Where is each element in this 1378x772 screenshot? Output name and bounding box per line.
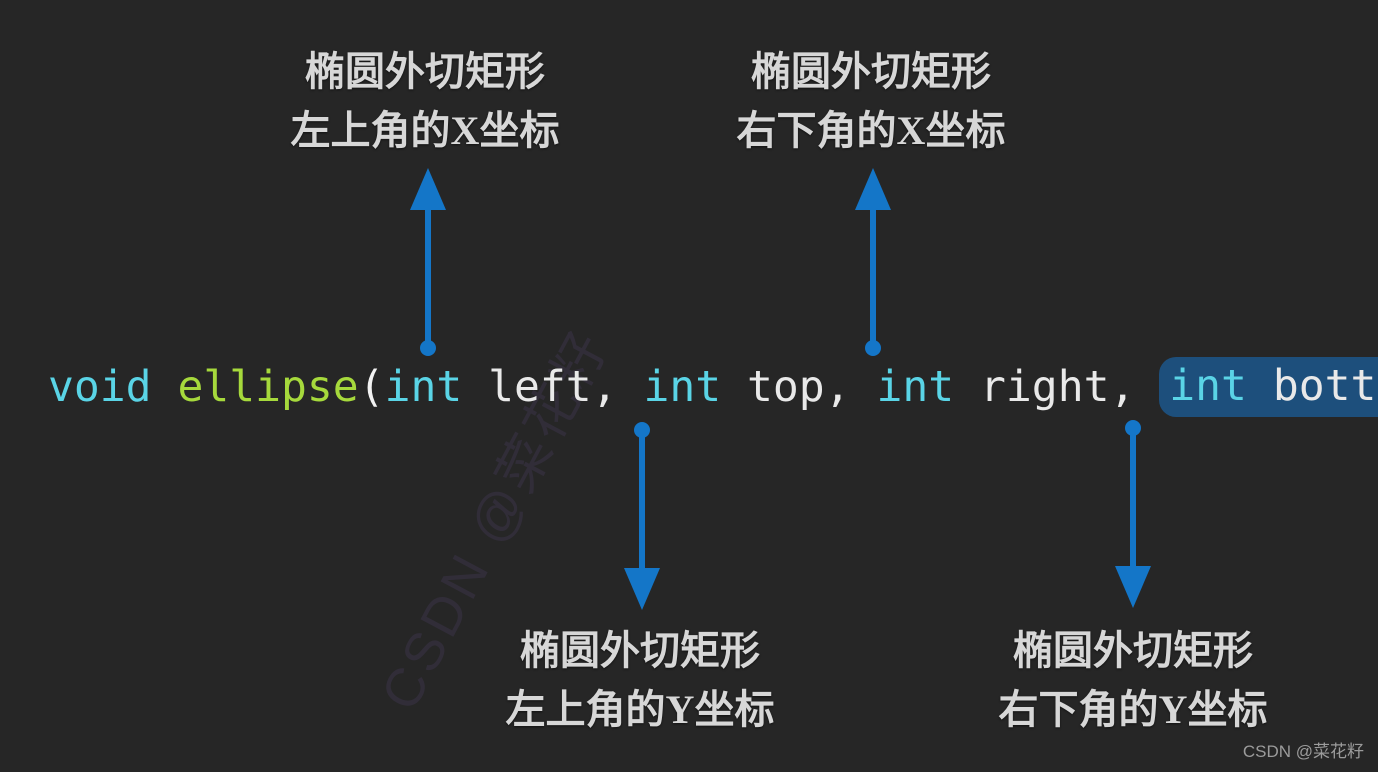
code-token-param-right: right, [954,362,1162,412]
code-token-int-2: int [643,362,722,412]
code-token-int-4: int [1169,361,1247,411]
annotation-left-top: 椭圆外切矩形 左上角的X坐标 [291,42,560,160]
code-token-void: void [48,362,152,412]
annotation-left-bottom: 椭圆外切矩形 左上角的Y坐标 [506,621,775,739]
highlighted-parameter: int bottom [1159,357,1378,417]
arrow-up-right-icon [849,166,897,358]
code-token-param-bottom: bottom [1272,361,1378,411]
annotation-right-top-line1: 椭圆外切矩形 [750,49,991,94]
arrow-up-left-icon [404,166,452,358]
csdn-attribution: CSDN @菜花籽 [1242,742,1364,761]
annotation-right-bottom-line2: 右下角的Y坐标 [998,687,1268,733]
code-token-int-3: int [876,362,955,412]
code-signature-line: void ellipse ( int left, int top, int ri… [48,356,1378,418]
annotation-left-bottom-line2: 左上角的Y坐标 [505,687,775,733]
code-token-open-paren: ( [358,362,385,412]
code-token-int-1: int [384,362,463,412]
code-token-ellipse: ellipse [177,362,359,412]
annotation-left-top-line1: 椭圆外切矩形 [304,49,545,94]
annotation-right-bottom-line1: 椭圆外切矩形 [1012,628,1253,673]
code-token-param-top: top, [721,362,877,412]
code-token-space-2 [1247,361,1273,411]
diagram-canvas: CSDN @菜花籽 椭圆外切矩形 左上角的X坐标 椭圆外切矩形 右下角的X坐标 … [0,0,1378,772]
arrow-down-right-icon [1109,418,1157,610]
annotation-right-top: 椭圆外切矩形 右下角的X坐标 [737,42,1006,160]
annotation-left-bottom-line1: 椭圆外切矩形 [519,628,760,673]
annotation-right-top-line2: 右下角的X坐标 [736,108,1006,154]
annotation-right-bottom: 椭圆外切矩形 右下角的Y坐标 [999,621,1268,739]
code-token-space-1 [152,362,178,412]
code-token-param-left: left, [462,362,644,412]
annotation-left-top-line2: 左上角的X坐标 [290,108,560,154]
arrow-down-left-icon [618,420,666,612]
